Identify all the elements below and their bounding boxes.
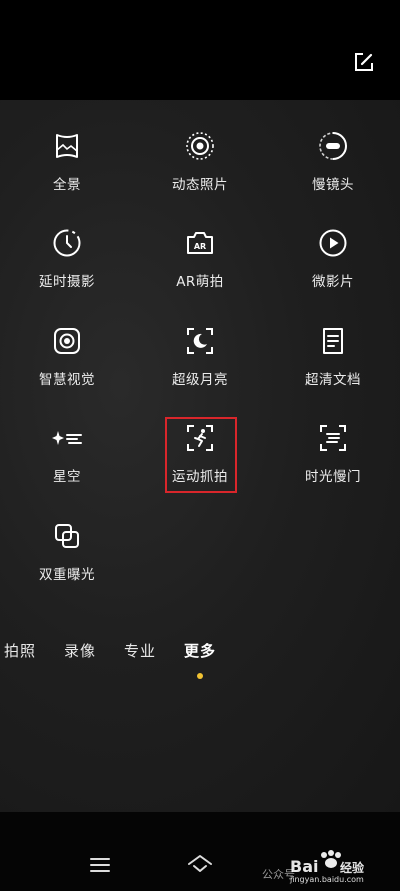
mode-smart-vision[interactable]: 智慧视觉 bbox=[7, 324, 127, 404]
edit-icon bbox=[355, 53, 373, 71]
live-photo-icon bbox=[183, 129, 217, 163]
smart-vision-icon bbox=[50, 324, 84, 358]
slow-shutter-icon bbox=[316, 421, 350, 455]
ar-camera-icon: AR bbox=[183, 226, 217, 260]
double-exposure-icon bbox=[50, 519, 84, 553]
camera-mode-tabs: 拍照 录像 专业 更多 bbox=[0, 640, 400, 670]
mode-doc-scan[interactable]: 超清文档 bbox=[273, 324, 393, 404]
mode-double-exposure[interactable]: 双重曝光 bbox=[7, 519, 127, 599]
play-icon bbox=[316, 226, 350, 260]
svg-text:经验: 经验 bbox=[340, 860, 365, 875]
menu-icon bbox=[90, 858, 110, 872]
mode-micro-film[interactable]: 微影片 bbox=[273, 226, 393, 306]
slow-motion-icon bbox=[316, 129, 350, 163]
mode-starry-sky[interactable]: 星空 bbox=[7, 421, 127, 501]
panorama-icon bbox=[50, 129, 84, 163]
svg-text:jingyan.baidu.com: jingyan.baidu.com bbox=[289, 875, 364, 884]
home-icon bbox=[188, 855, 212, 872]
home-button[interactable] bbox=[186, 852, 214, 878]
mode-time-shutter[interactable]: 时光慢门 bbox=[273, 421, 393, 501]
mode-ar-cute[interactable]: AR AR萌拍 bbox=[140, 226, 260, 306]
time-lapse-icon bbox=[50, 226, 84, 260]
mode-live-photo[interactable]: 动态照片 bbox=[140, 129, 260, 209]
mode-label: 微影片 bbox=[312, 274, 354, 290]
mode-label: 双重曝光 bbox=[39, 567, 95, 583]
mode-label: 慢镜头 bbox=[312, 177, 354, 193]
mode-slow-motion[interactable]: 慢镜头 bbox=[273, 129, 393, 209]
mode-label: 超级月亮 bbox=[172, 372, 228, 388]
mode-label: 超清文档 bbox=[305, 372, 361, 388]
baidu-logo: Bai 经验 jingyan.baidu.com bbox=[288, 846, 388, 884]
mode-label: 动态照片 bbox=[172, 177, 228, 193]
star-icon bbox=[50, 421, 84, 455]
menu-button[interactable] bbox=[88, 855, 112, 875]
svg-text:Bai: Bai bbox=[290, 857, 318, 876]
mode-label: 时光慢门 bbox=[305, 469, 361, 485]
tab-video[interactable]: 录像 bbox=[64, 640, 96, 661]
mode-label: 延时摄影 bbox=[39, 274, 95, 290]
mode-time-lapse[interactable]: 延时摄影 bbox=[7, 226, 127, 306]
edit-button[interactable] bbox=[351, 49, 377, 75]
active-tab-indicator bbox=[197, 673, 203, 679]
tab-more[interactable]: 更多 bbox=[184, 640, 216, 661]
svg-text:AR: AR bbox=[194, 242, 206, 251]
mode-label: AR萌拍 bbox=[176, 274, 224, 290]
document-icon bbox=[316, 324, 350, 358]
moon-icon bbox=[183, 324, 217, 358]
top-bar bbox=[0, 0, 400, 100]
highlight-box bbox=[165, 417, 237, 493]
mode-label: 全景 bbox=[53, 177, 81, 193]
tab-pro[interactable]: 专业 bbox=[124, 640, 156, 661]
mode-label: 星空 bbox=[53, 469, 81, 485]
mode-super-moon[interactable]: 超级月亮 bbox=[140, 324, 260, 404]
mode-label: 智慧视觉 bbox=[39, 372, 95, 388]
mode-panorama[interactable]: 全景 bbox=[7, 129, 127, 209]
tab-photo[interactable]: 拍照 bbox=[4, 640, 36, 661]
